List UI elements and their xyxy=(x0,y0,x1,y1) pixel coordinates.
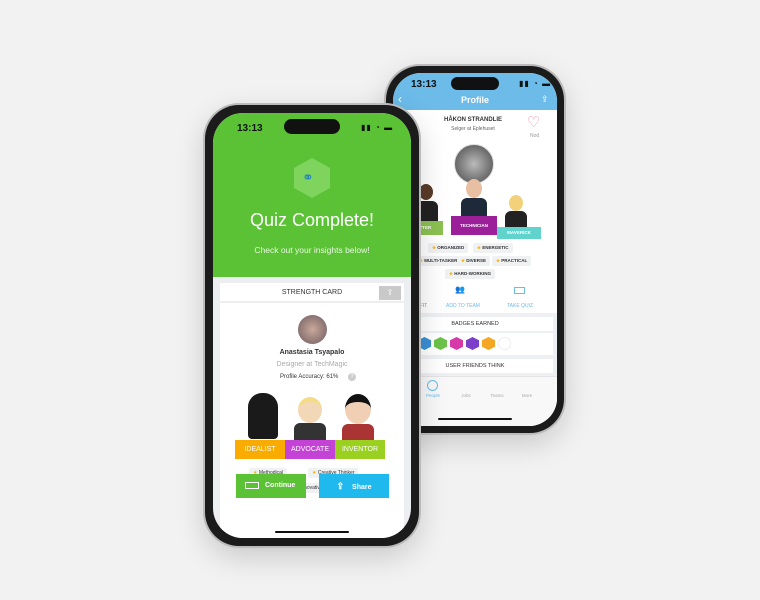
dynamic-island xyxy=(284,119,340,134)
status-icons: ▮▮ ◔ ▬ xyxy=(361,123,394,132)
badges-row xyxy=(397,333,553,355)
front-phone: 13:13 ▮▮ ◔ ▬ ⚭ Quiz Complete! Check out … xyxy=(205,105,419,546)
character-maverick xyxy=(509,195,523,211)
quiz-title: Quiz Complete! xyxy=(249,210,375,230)
character-advocate xyxy=(298,397,322,423)
character-idealist xyxy=(248,393,278,439)
tag: ORGANIZED xyxy=(428,243,469,253)
tab-more[interactable]: More xyxy=(512,393,542,398)
character-technician xyxy=(466,179,482,198)
continue-icon xyxy=(245,481,259,489)
character-go-getter xyxy=(419,184,433,200)
share-icon: ⇪ xyxy=(336,481,345,491)
share-icon[interactable]: ⇪ xyxy=(541,94,549,105)
home-indicator xyxy=(438,418,512,420)
role-maverick: MAVERICK xyxy=(497,227,541,239)
user-role: Designer at TechMagic xyxy=(276,361,348,368)
character-body xyxy=(294,423,326,440)
tag: ENERGETIC xyxy=(473,243,513,253)
role-inventor: INVENTOR xyxy=(335,440,385,459)
status-time: 13:13 xyxy=(237,123,263,134)
continue-button[interactable]: Continue xyxy=(236,474,306,498)
hammer-icon[interactable] xyxy=(418,337,431,350)
character-body xyxy=(342,424,374,440)
quiz-complete-screen: 13:13 ▮▮ ◔ ▬ ⚭ Quiz Complete! Check out … xyxy=(213,113,411,538)
role-technician: TECHNICIAN xyxy=(451,216,497,235)
badges-title: BADGES EARNED xyxy=(397,317,553,331)
share-button[interactable]: ⇪ Share xyxy=(319,474,389,498)
binoculars-icon: ⚭ xyxy=(302,169,314,185)
dynamic-island xyxy=(451,77,499,90)
tab-people[interactable]: People xyxy=(418,393,448,398)
profile-name: HÅKON STRANDLIE xyxy=(444,117,502,123)
header-title: Profile xyxy=(460,95,489,105)
nod-label: Nod xyxy=(530,133,540,139)
help-icon[interactable]: ? xyxy=(348,373,356,381)
character-body xyxy=(461,198,487,216)
tag: MULTI-TASKER xyxy=(415,256,462,266)
tag: HARD-WORKING xyxy=(445,269,496,279)
profile-avatar xyxy=(454,144,494,184)
continue-label: Continue xyxy=(265,482,296,489)
tab-jobs[interactable]: Jobs xyxy=(451,393,481,398)
share-label: Share xyxy=(352,484,372,491)
add-to-team-button[interactable]: ADD TO TEAM xyxy=(438,303,488,309)
tag: PRACTICAL xyxy=(492,256,532,266)
character-inventor xyxy=(345,394,371,424)
quiz-icon xyxy=(514,287,525,294)
role-idealist: IDEALIST xyxy=(235,440,285,459)
profile-subtitle: Selger at Eplehuset xyxy=(451,126,495,132)
binoculars-icon[interactable] xyxy=(434,337,447,350)
quiz-subtitle: Check out your insights below! xyxy=(254,245,370,255)
profile-accuracy: Profile Accuracy: 61% xyxy=(280,374,339,380)
card-title: STRENGTH CARD xyxy=(220,283,404,303)
user-name: Anastasia Tsyapalo xyxy=(279,349,345,356)
search-icon[interactable] xyxy=(466,337,479,350)
character-body xyxy=(505,211,527,227)
bulb-icon[interactable] xyxy=(482,337,495,350)
strength-card: STRENGTH CARD ⇪ Anastasia Tsyapalo Desig… xyxy=(220,283,404,538)
people-icon xyxy=(427,380,438,391)
card-share-icon[interactable]: ⇪ xyxy=(379,286,401,300)
user-avatar xyxy=(298,315,327,344)
status-time: 13:13 xyxy=(411,79,437,90)
take-quiz-button[interactable]: TAKE QUIZ xyxy=(497,303,543,309)
friends-title: USER FRIENDS THINK xyxy=(397,359,553,373)
status-icons: ▮▮ ◔ ▬ xyxy=(519,79,552,88)
heart-icon[interactable]: ♡ xyxy=(527,113,540,131)
role-advocate: ADVOCATE xyxy=(285,440,335,459)
add-team-icon: 👥 xyxy=(455,285,465,294)
empty-badge-icon xyxy=(498,337,511,350)
tab-teams[interactable]: Teams xyxy=(482,393,512,398)
magnifier-icon[interactable] xyxy=(450,337,463,350)
home-indicator xyxy=(275,531,349,533)
tag: DIVERSE xyxy=(457,256,491,266)
